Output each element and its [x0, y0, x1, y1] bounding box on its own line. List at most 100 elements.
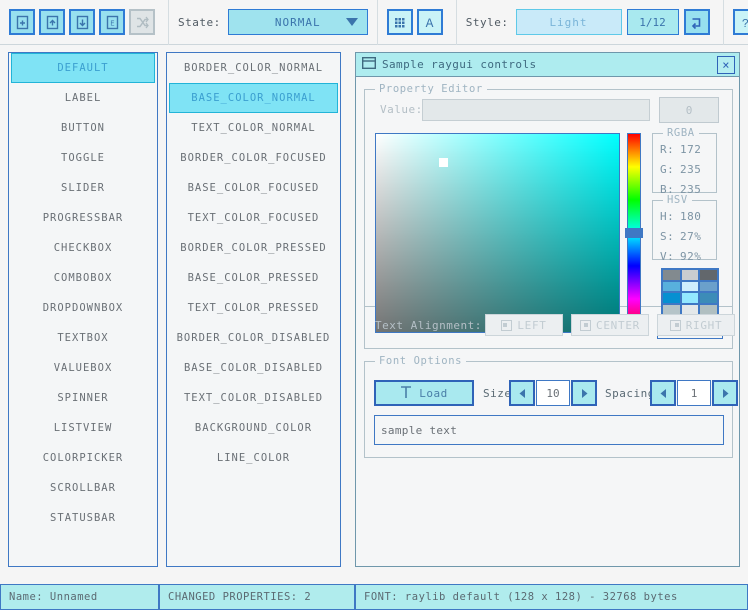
property-list-item[interactable]: BORDER_COLOR_NORMAL	[167, 53, 340, 83]
control-list-item[interactable]: SPINNER	[9, 383, 157, 413]
font-view-button[interactable]: A	[416, 9, 443, 35]
font-size-value[interactable]: 10	[536, 380, 570, 406]
palette-swatch[interactable]	[663, 281, 680, 291]
palette-swatch[interactable]	[700, 293, 717, 303]
font-size-decrease-button[interactable]	[509, 380, 535, 406]
load-font-button[interactable]: Load	[374, 380, 474, 406]
hsv-group: HSV H: 180 S: 27% V: 92%	[652, 194, 717, 263]
palette-swatch[interactable]	[681, 270, 699, 280]
control-list-item[interactable]: LABEL	[9, 83, 157, 113]
statusbar-name: Name: Unnamed	[0, 584, 159, 610]
palette-swatch[interactable]	[663, 293, 680, 303]
value-input[interactable]	[422, 99, 650, 121]
color-picker-sv-area[interactable]	[375, 133, 620, 333]
palette-swatch[interactable]	[663, 270, 680, 280]
hsv-title: HSV	[663, 194, 692, 206]
sample-text-input[interactable]: sample text	[374, 415, 724, 445]
rgba-row: G: 235	[660, 159, 716, 179]
align-left-icon	[501, 319, 513, 331]
hsv-row-value: 92%	[680, 249, 702, 263]
align-center-button[interactable]: CENTER	[571, 314, 649, 336]
rgba-row-key: R:	[660, 142, 675, 156]
palette-swatch[interactable]	[700, 281, 717, 291]
hsv-row-key: V:	[660, 249, 675, 263]
hsv-row: S: 27%	[660, 226, 716, 246]
color-picker-cursor[interactable]	[439, 157, 449, 167]
font-spacing-value[interactable]: 1	[677, 380, 711, 406]
control-list-item[interactable]: DROPDOWNBOX	[9, 293, 157, 323]
control-list-item[interactable]: TEXTBOX	[9, 323, 157, 353]
export-file-button[interactable]: E	[99, 9, 125, 35]
state-group: State: NORMAL	[169, 0, 378, 45]
property-list-item[interactable]: TEXT_COLOR_NORMAL	[167, 113, 340, 143]
control-list-item[interactable]: STATUSBAR	[9, 503, 157, 533]
grid-view-button[interactable]	[386, 9, 413, 35]
property-list-item[interactable]: BASE_COLOR_PRESSED	[167, 263, 340, 293]
close-icon[interactable]: ×	[717, 55, 735, 74]
control-list-item[interactable]: VALUEBOX	[9, 353, 157, 383]
palette-swatch[interactable]	[700, 270, 717, 280]
value-label: Value:	[380, 103, 423, 116]
property-list-item[interactable]: BACKGROUND_COLOR	[167, 413, 340, 443]
property-list-item[interactable]: BASE_COLOR_FOCUSED	[167, 173, 340, 203]
load-font-label: Load	[419, 386, 448, 400]
property-list-item[interactable]: TEXT_COLOR_FOCUSED	[167, 203, 340, 233]
statusbar-changed: CHANGED PROPERTIES: 2	[159, 584, 355, 610]
statusbar: Name: Unnamed CHANGED PROPERTIES: 2 FONT…	[0, 584, 748, 610]
property-list-item[interactable]: TEXT_COLOR_PRESSED	[167, 293, 340, 323]
align-center-icon	[580, 319, 592, 331]
font-t-icon	[400, 385, 412, 402]
control-list-item[interactable]: CHECKBOX	[9, 233, 157, 263]
control-list-item[interactable]: LISTVIEW	[9, 413, 157, 443]
property-list-item[interactable]: BORDER_COLOR_FOCUSED	[167, 143, 340, 173]
property-list-item[interactable]: LINE_COLOR	[167, 443, 340, 473]
control-list-item[interactable]: COMBOBOX	[9, 263, 157, 293]
state-dropdown-value: NORMAL	[274, 15, 321, 29]
rgba-row: R: 172	[660, 139, 716, 159]
hsv-row-key: H:	[660, 209, 675, 223]
font-options-group: Font Options Load Size: 10 Spacing: 1 sa…	[364, 355, 738, 458]
property-list[interactable]: BORDER_COLOR_NORMAL BASE_COLOR_NORMAL TEXT…	[166, 52, 341, 567]
state-dropdown[interactable]: NORMAL	[227, 9, 368, 35]
property-list-item[interactable]: BORDER_COLOR_PRESSED	[167, 233, 340, 263]
window-titlebar[interactable]: Sample raygui controls ×	[356, 53, 739, 77]
reload-style-button[interactable]	[683, 9, 710, 35]
control-list-item[interactable]: DEFAULT	[11, 53, 155, 83]
style-count-badge: 1/12	[626, 9, 679, 35]
color-picker-hue-bar[interactable]	[625, 133, 643, 333]
load-file-button[interactable]	[39, 9, 65, 35]
control-list-item[interactable]: PROGRESSBAR	[9, 203, 157, 233]
property-list-item[interactable]: BASE_COLOR_DISABLED	[167, 353, 340, 383]
svg-text:E: E	[110, 20, 114, 28]
property-editor-title: Property Editor	[375, 83, 487, 95]
palette-swatch[interactable]	[681, 281, 699, 291]
rgba-row-value: 235	[680, 162, 702, 176]
property-editor-group: Property Editor Value: 0 RGBA R: 172 G: 235…	[364, 83, 733, 339]
property-list-item[interactable]: TEXT_COLOR_DISABLED	[167, 383, 340, 413]
window-title: Sample raygui controls	[382, 58, 537, 71]
control-list[interactable]: DEFAULT LABEL BUTTON TOGGLE SLIDER PROGRESSBA…	[8, 52, 158, 567]
property-list-item[interactable]: BASE_COLOR_NORMAL	[169, 83, 338, 113]
new-file-button[interactable]	[9, 9, 35, 35]
save-file-button[interactable]	[69, 9, 95, 35]
palette-swatch[interactable]	[681, 293, 699, 303]
property-list-item[interactable]: BORDER_COLOR_DISABLED	[167, 323, 340, 353]
control-list-item[interactable]: COLORPICKER	[9, 443, 157, 473]
help-button[interactable]: ?	[732, 9, 748, 35]
help-group: ?	[724, 0, 748, 45]
style-name-button[interactable]: Light	[515, 9, 622, 35]
value-stepper-box[interactable]: 0	[659, 97, 719, 123]
align-button-label: LEFT	[517, 318, 547, 332]
font-spacing-decrease-button[interactable]	[650, 380, 676, 406]
hsv-row-key: S:	[660, 229, 675, 243]
style-label: Style:	[465, 15, 509, 29]
control-list-item[interactable]: BUTTON	[9, 113, 157, 143]
control-list-item[interactable]: SLIDER	[9, 173, 157, 203]
font-spacing-increase-button[interactable]	[712, 380, 738, 406]
hue-selector-handle[interactable]	[625, 228, 643, 238]
align-right-button[interactable]: RIGHT	[657, 314, 735, 336]
control-list-item[interactable]: TOGGLE	[9, 143, 157, 173]
font-size-increase-button[interactable]	[571, 380, 597, 406]
align-left-button[interactable]: LEFT	[485, 314, 563, 336]
control-list-item[interactable]: SCROLLBAR	[9, 473, 157, 503]
